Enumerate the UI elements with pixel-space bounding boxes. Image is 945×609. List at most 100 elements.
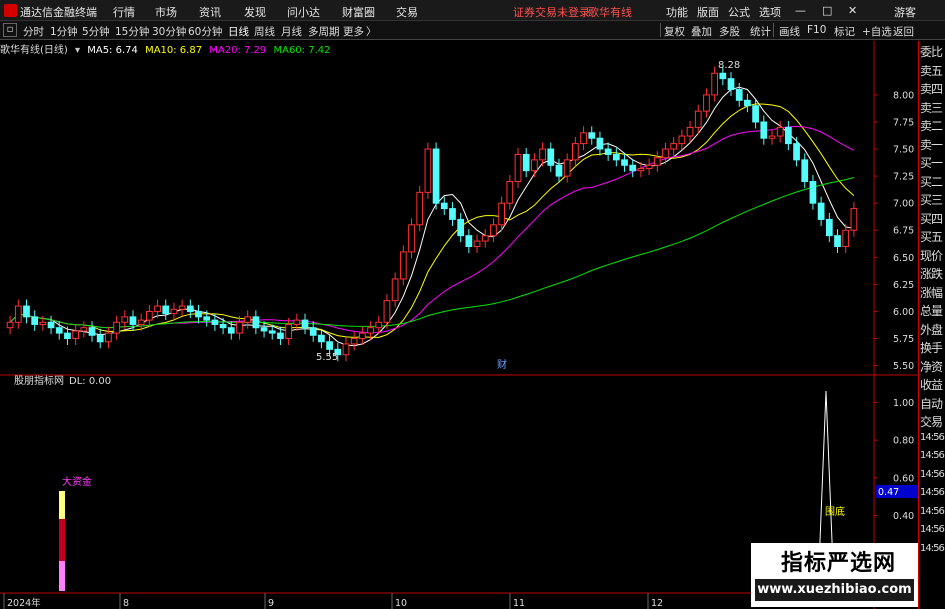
price-tick-label: 7.50 [893,145,914,156]
tab-period-more[interactable]: 更多 [343,24,364,39]
candle-body [711,72,719,96]
order-book-row: 14:56 [920,505,945,517]
add-watchlist-button[interactable]: +自选 [862,24,892,39]
layout-toggle-icon[interactable]: ▫ [3,23,17,37]
app-title: 通达信金融终端 [20,6,97,19]
candle-body [457,218,465,237]
tab-period-multi[interactable]: 多周期 [308,24,340,39]
candle-body [219,323,227,329]
candle-body [629,164,637,172]
tab-period-15min[interactable]: 15分钟 [115,24,149,39]
order-book-row: 买五 [920,230,943,244]
tab-period-monthly[interactable]: 月线 [281,24,302,39]
candle-body [694,110,702,128]
order-book-row: 卖二 [920,119,943,133]
candle-body [64,332,71,340]
price-tick-label: 6.50 [893,253,914,264]
indicator-tick-label: 0.60 [893,473,914,484]
candle-body [23,305,30,318]
candle-body [186,305,194,312]
candle-body [784,126,792,145]
menu-market[interactable]: 市场 [155,4,177,20]
period-toolbar: ▫ 分时 1分钟 5分钟 15分钟 30分钟 60分钟 日线 周线 月线 多周期… [0,21,945,40]
menu-options[interactable]: 选项 [759,4,781,20]
bottom-signal-label: 围底 [825,505,845,518]
ma5-line [9,86,854,347]
candle-body [342,343,350,356]
candle-body [678,135,686,145]
back-button[interactable]: 返回 [893,24,914,39]
candle-body [39,321,47,325]
f10-button[interactable]: F10 [807,24,826,36]
statistics-button[interactable]: 统计 [750,24,771,39]
minimize-icon[interactable]: — [795,4,806,17]
order-book-row: 换手 [920,341,943,355]
candle-body [440,202,448,210]
menu-trade[interactable]: 交易 [396,4,418,20]
tab-period-1min[interactable]: 1分钟 [50,24,78,39]
date-tick-label: 8 [123,598,129,609]
login-status[interactable]: 证券交易未登录 [513,4,590,20]
menu-ask-xiaoda[interactable]: 问小达 [287,4,320,20]
tab-period-60min[interactable]: 60分钟 [188,24,222,39]
menu-layout[interactable]: 版面 [697,4,719,20]
finance-event-marker[interactable]: 财 [497,358,507,371]
tab-period-daily[interactable]: 日线 [228,24,249,39]
candle-body [506,181,514,204]
candle-body [113,321,120,334]
candle-body [744,99,751,107]
app-logo-icon [4,4,17,17]
order-book-row: 卖五 [920,63,943,78]
menu-wealth-circle[interactable]: 财富圈 [342,4,375,20]
menu-market-quotes[interactable]: 行情 [113,4,135,20]
candle-body [170,308,178,315]
candle-body [162,305,170,315]
candle-body [760,121,768,139]
price-chart[interactable]: 8.00 7.75 7.50 7.25 7.00 6.75 6.50 6.25 6.00 5.75… [0,41,918,609]
candle-body [719,72,727,80]
candle-body [621,159,628,166]
candle-body [383,300,391,323]
maximize-icon[interactable]: □ [822,4,832,17]
candle-body [285,323,293,340]
draw-line-button[interactable]: 画线 [779,24,800,39]
tab-period-30min[interactable]: 30分钟 [152,24,186,39]
menu-discover[interactable]: 发现 [244,4,266,20]
multi-stock-button[interactable]: 多股 [719,24,740,39]
tab-period-weekly[interactable]: 周线 [254,24,275,39]
candle-body [481,235,489,242]
watermark-url: www.xuezhibiao.com [755,579,914,601]
candle-body [776,126,784,137]
candle-body [850,208,858,231]
candle-body [47,321,55,329]
adjust-rights-button[interactable]: 复权 [664,24,685,39]
chevron-right-icon[interactable]: 〉 [366,24,377,39]
close-icon[interactable]: ✕ [848,4,857,17]
guest-label[interactable]: 游客 [894,4,916,20]
candle-body [571,143,579,161]
order-book-row: 涨幅 [920,285,943,300]
menu-news[interactable]: 资讯 [199,4,221,20]
high-price-label: 8.28 [718,60,740,71]
mark-button[interactable]: 标记 [834,24,855,39]
candle-body [801,159,809,183]
order-book-row: 14:56 [920,450,945,461]
price-tick-label: 5.50 [893,361,914,372]
candle-body [825,218,833,237]
menu-formula[interactable]: 公式 [728,4,750,20]
menu-function[interactable]: 功能 [666,4,688,20]
ma60-line [9,177,855,329]
tab-period-5min[interactable]: 5分钟 [82,24,110,39]
candle-body [465,235,473,247]
candle-body [137,319,145,325]
overlay-button[interactable]: 叠加 [691,24,712,39]
candle-body [793,143,800,161]
candle-body [129,316,137,325]
candle-body [522,153,530,172]
candle-body [252,316,260,329]
candle-body [80,327,88,332]
site-watermark: 指标严选网 www.xuezhibiao.com [751,543,918,607]
tab-period-timeshare[interactable]: 分时 [23,24,44,39]
current-value-text: 0.47 [878,487,899,498]
candle-body [326,341,333,350]
